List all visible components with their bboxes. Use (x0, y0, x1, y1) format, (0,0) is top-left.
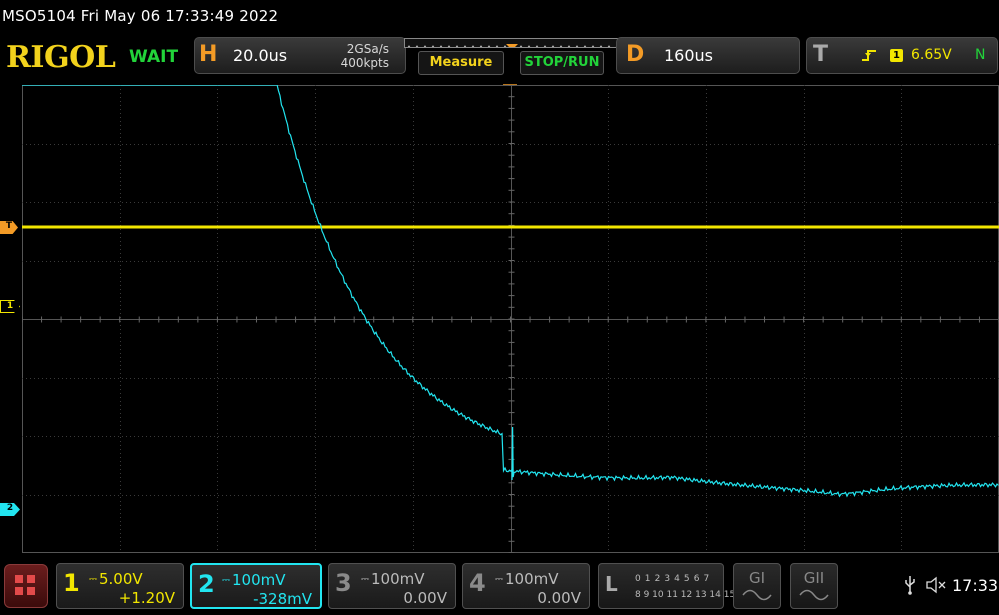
generator1-label: GI (748, 569, 766, 587)
menu-icon (15, 575, 23, 583)
sample-rate: 2GSa/s (346, 42, 389, 56)
channel3-box[interactable]: 3 ⎓ 100mV 0.00V (328, 563, 456, 609)
dc-coupling-icon: ⎓ (495, 574, 503, 585)
channel1-offset: +1.20V (118, 589, 175, 607)
logic-row-2: 8 9 10 11 12 13 14 15 (635, 590, 736, 600)
channel2-offset: -328mV (253, 590, 312, 608)
delay-letter: D (626, 42, 645, 67)
logic-row-1: 0 1 2 3 4 5 6 7 (635, 574, 710, 584)
generator2-label: GII (803, 569, 825, 587)
main-menu-button[interactable] (4, 564, 48, 608)
dc-coupling-icon: ⎓ (361, 574, 369, 585)
usb-icon (905, 576, 915, 595)
dc-coupling-icon: ⎓ (222, 575, 230, 586)
waveform-display[interactable] (22, 85, 999, 553)
trigger-level: 6.65V (911, 47, 952, 63)
channel2-scale-row: ⎓ 100mV (222, 571, 286, 589)
memory-position-bar[interactable] (404, 38, 618, 48)
channel1-box[interactable]: 1 ⎓ 5.00V +1.20V (56, 563, 184, 609)
channel1-offset-marker[interactable]: 1 (0, 300, 20, 313)
logic-letter: L (605, 572, 618, 596)
channel1-scale: 5.00V (98, 570, 143, 588)
channel3-number: 3 (335, 569, 352, 597)
channel2-number: 2 (198, 570, 215, 598)
title-bar: MSO5104 Fri May 06 17:33:49 2022 (0, 0, 999, 34)
channel2-box[interactable]: 2 ⎓ 100mV -328mV (190, 563, 322, 609)
channel2-scale: 100mV (231, 571, 286, 589)
logic-analyzer-box[interactable]: L 0 1 2 3 4 5 6 7 8 9 10 11 12 13 14 15 (598, 563, 735, 609)
channel2-offset-marker[interactable]: 2 (0, 503, 20, 516)
channel3-scale-row: ⎓ 100mV (361, 570, 425, 588)
sine-wave-icon (742, 589, 772, 601)
measure-button[interactable]: Measure (418, 51, 504, 75)
memory-bar-pattern (407, 44, 617, 47)
channel1-number: 1 (63, 569, 80, 597)
memory-trigger-marker (506, 44, 518, 47)
trigger-letter: T (813, 42, 829, 67)
window-title: MSO5104 Fri May 06 17:33:49 2022 (2, 7, 279, 25)
trigger-level-marker[interactable]: T (0, 221, 18, 234)
delay-panel[interactable]: D 160us (616, 37, 800, 74)
stop-run-button[interactable]: STOP/RUN (520, 51, 604, 75)
run-state: WAIT (129, 47, 179, 67)
channel2-trace (22, 85, 999, 498)
channel3-scale: 100mV (370, 570, 425, 588)
trigger-panel[interactable]: T 1 6.65V N (806, 37, 998, 74)
channel4-number: 4 (469, 569, 486, 597)
channel1-scale-row: ⎓ 5.00V (89, 570, 143, 588)
brand-logo: RIGOL (6, 40, 116, 75)
memory-depth: 400kpts (340, 56, 389, 70)
channel3-offset: 0.00V (403, 589, 447, 607)
dc-coupling-icon: ⎓ (89, 574, 97, 585)
generator2-button[interactable]: GII (790, 563, 838, 609)
channel4-box[interactable]: 4 ⎓ 100mV 0.00V (462, 563, 590, 609)
horizontal-panel[interactable]: H 20.0us 2GSa/s 400kpts (194, 37, 406, 74)
delay-value: 160us (664, 46, 714, 65)
channel4-scale: 100mV (504, 570, 559, 588)
waveform-canvas (22, 85, 999, 553)
trigger-source-badge: 1 (890, 49, 903, 62)
generator1-button[interactable]: GI (733, 563, 781, 609)
channel4-offset: 0.00V (537, 589, 581, 607)
channel-bar: 1 ⎓ 5.00V +1.20V 2 ⎓ 100mV -328mV 3 ⎓ 100mV… (0, 560, 999, 615)
clock: 17:33 (952, 576, 999, 595)
channel4-scale-row: ⎓ 100mV (495, 570, 559, 588)
falling-edge-icon (862, 50, 876, 61)
sine-wave-icon (799, 589, 829, 601)
header-bar: RIGOL WAIT H 20.0us 2GSa/s 400kpts Measu… (0, 34, 999, 80)
horizontal-letter: H (199, 42, 218, 67)
timebase-value: 20.0us (233, 46, 288, 65)
trigger-mode: N (975, 47, 986, 63)
graticule-grid (22, 85, 999, 553)
speaker-muted-icon[interactable] (925, 576, 947, 594)
